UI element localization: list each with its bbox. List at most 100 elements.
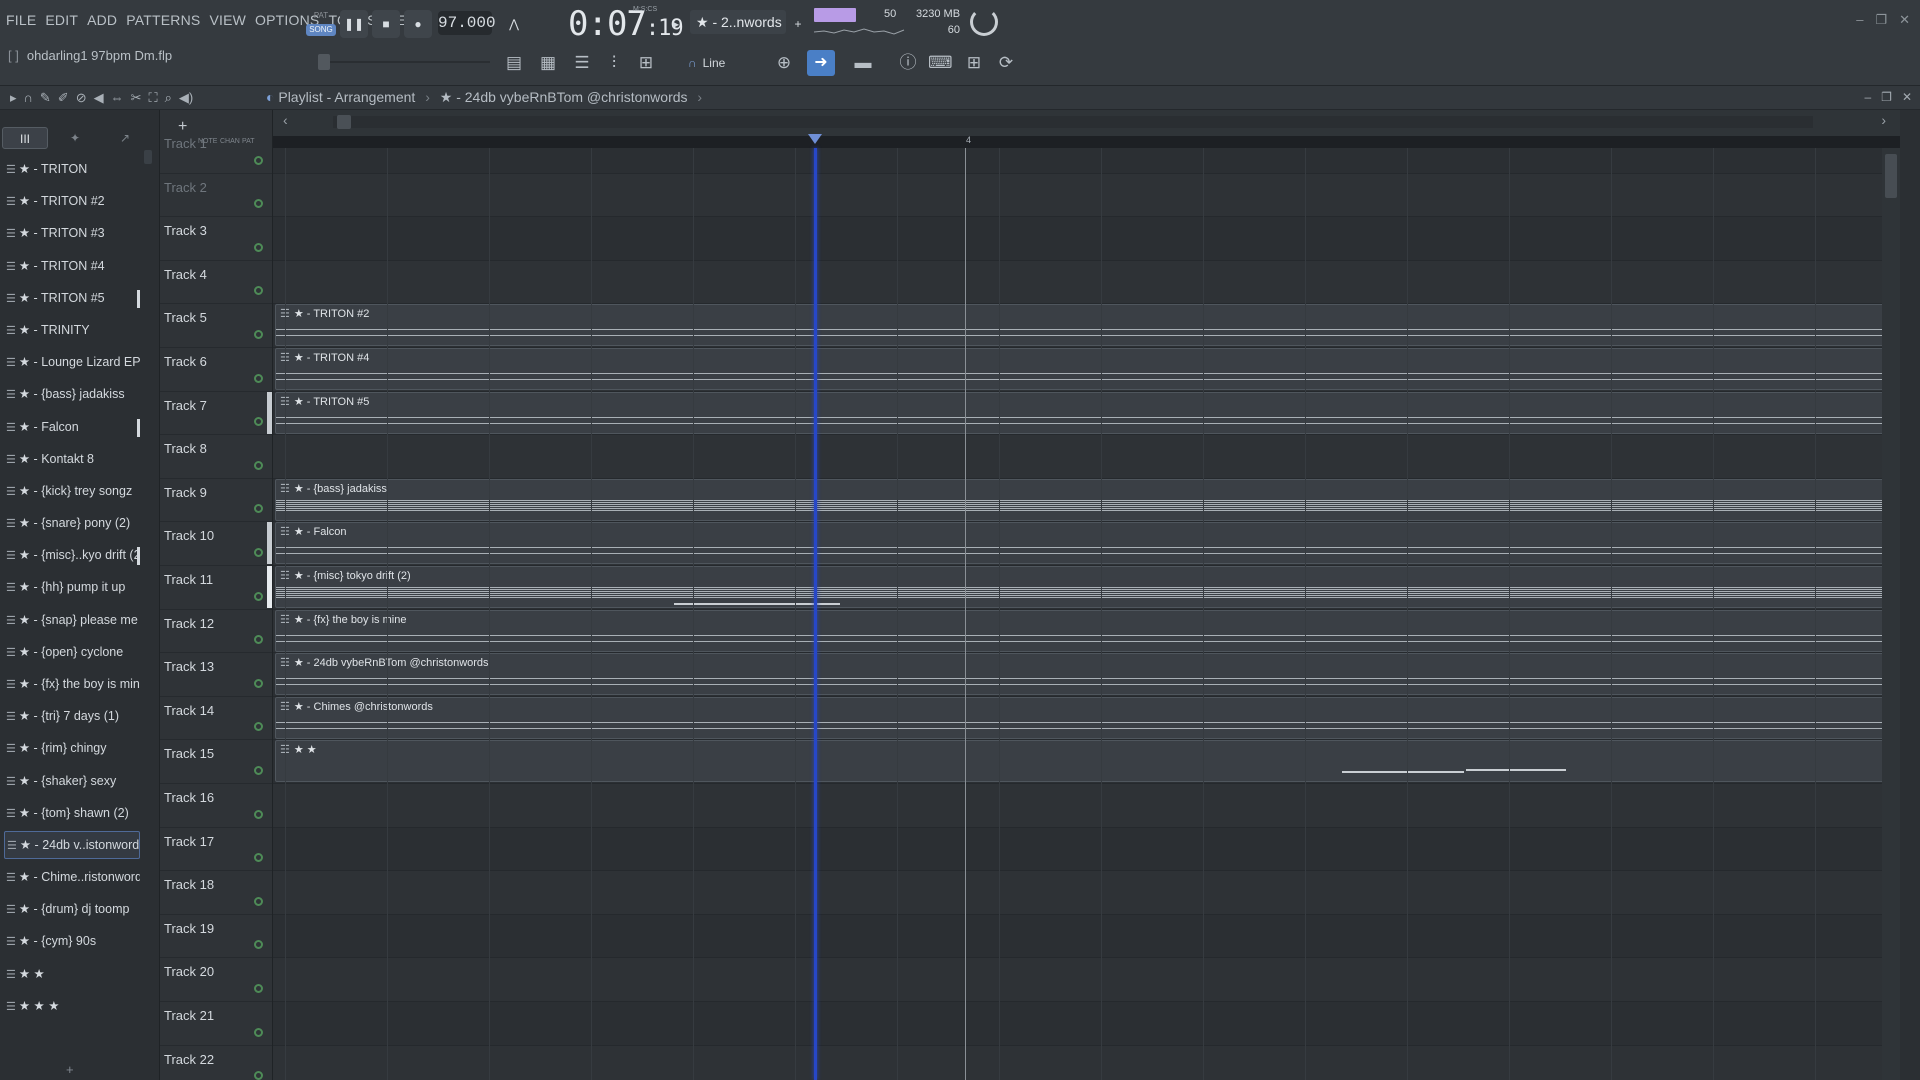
stop-button[interactable]: ■ bbox=[372, 10, 400, 38]
track-lane[interactable]: ☰★ - {fx} the boy is mine bbox=[273, 609, 1900, 654]
select-tool-icon[interactable]: ⛶ bbox=[149, 90, 158, 106]
track-header[interactable]: Track 4 bbox=[160, 261, 272, 305]
pause-button[interactable]: ❚❚ bbox=[340, 10, 368, 38]
output-icon[interactable]: ▬ bbox=[848, 52, 878, 74]
track-lane[interactable]: ☰★ - Chimes @christonwords bbox=[273, 696, 1900, 741]
track-mute-led[interactable] bbox=[254, 329, 263, 339]
track-header[interactable]: Track 14 bbox=[160, 697, 272, 741]
pattern-clip[interactable]: ☰★ - Falcon bbox=[275, 522, 1900, 565]
pattern-selector[interactable]: ★ - 2..nwords bbox=[690, 10, 786, 34]
menu-item-add[interactable]: ADD bbox=[87, 12, 117, 28]
picker-scrollbar[interactable] bbox=[144, 150, 152, 164]
pattern-clip[interactable]: ☰★ - TRITON #4 bbox=[275, 348, 1900, 390]
track-mute-led[interactable] bbox=[254, 547, 263, 557]
slice-tool-icon[interactable]: ✂ bbox=[131, 90, 142, 106]
track-header[interactable]: Track 21 bbox=[160, 1002, 272, 1046]
track-header[interactable]: Track 9 bbox=[160, 479, 272, 523]
pattern-item[interactable]: ☰ ★ - TRITON #3 bbox=[4, 217, 140, 249]
track-mute-led[interactable] bbox=[254, 983, 263, 993]
tempo-display[interactable]: 97.000 bbox=[438, 11, 496, 35]
pattern-item[interactable]: ☰ ★ - {cym} 90s bbox=[4, 925, 140, 957]
scroll-left-icon[interactable]: ‹ bbox=[283, 112, 288, 128]
add-pattern-icon[interactable]: + bbox=[66, 1062, 74, 1077]
pattern-item[interactable]: ☰ ★ - {misc}..kyo drift (2) bbox=[4, 539, 140, 571]
pattern-clip[interactable]: ☰★ - 24db vybeRnBTom @christonwords bbox=[275, 653, 1900, 696]
pattern-clip[interactable]: ☰★ - TRITON #2 bbox=[275, 304, 1900, 347]
track-header[interactable]: Track 8 bbox=[160, 435, 272, 479]
pattern-item[interactable]: ☰ ★ - TRITON #5 bbox=[4, 282, 140, 314]
track-lane[interactable]: ☰★ - TRITON #4 bbox=[273, 348, 1900, 392]
browser-icon[interactable]: ⊞ bbox=[634, 52, 658, 74]
track-mute-led[interactable] bbox=[254, 765, 263, 775]
song-time[interactable]: 0:07:19 bbox=[568, 4, 684, 44]
pitch-handle[interactable] bbox=[318, 54, 330, 70]
pattern-clip[interactable]: ☰★ - {misc} tokyo drift (2) bbox=[275, 566, 1900, 608]
track-header[interactable]: Track 17 bbox=[160, 828, 272, 872]
pattern-item[interactable]: ☰ ★ - Kontakt 8 bbox=[4, 443, 140, 475]
paint-tool-icon[interactable]: ✐ bbox=[58, 90, 69, 106]
keyboard-icon[interactable]: ⌨ bbox=[928, 52, 953, 74]
track-lane[interactable] bbox=[273, 1045, 1900, 1080]
track-header[interactable]: Track 12 bbox=[160, 610, 272, 654]
track-mute-led[interactable] bbox=[254, 722, 263, 732]
pattern-clip[interactable]: ☰★ - {fx} the boy is mine bbox=[275, 609, 1900, 652]
pat-song-toggle[interactable]: PAT SONG bbox=[306, 10, 336, 40]
track-mute-led[interactable] bbox=[254, 1071, 263, 1080]
vertical-scroll-thumb[interactable] bbox=[1885, 154, 1897, 198]
playlist-menu-icon[interactable]: ▸ bbox=[10, 90, 17, 106]
track-lane[interactable] bbox=[273, 435, 1900, 479]
track-lane[interactable]: ☰★ - {misc} tokyo drift (2) bbox=[273, 566, 1900, 610]
track-header[interactable]: Track 10 bbox=[160, 522, 272, 566]
pattern-clip[interactable]: ☰★ - Chimes @christonwords bbox=[275, 696, 1900, 739]
pattern-item[interactable]: ☰ ★ - {snap} please me bbox=[4, 604, 140, 636]
track-header[interactable]: Track 3 bbox=[160, 217, 272, 261]
pattern-item[interactable]: ☰ ★ - {hh} pump it up bbox=[4, 571, 140, 603]
record-button[interactable]: ● bbox=[404, 10, 432, 38]
typing-keyboard-icon[interactable]: ⊞ bbox=[962, 52, 986, 74]
pattern-item[interactable]: ☰ ★ ★ ★ bbox=[4, 990, 140, 1022]
track-lane[interactable] bbox=[273, 871, 1900, 915]
track-mute-led[interactable] bbox=[254, 242, 263, 252]
metronome-button[interactable]: ⋀ bbox=[500, 10, 528, 38]
add-pattern-button[interactable]: + bbox=[790, 10, 806, 38]
pattern-item[interactable]: ☰ ★ - {snare} pony (2) bbox=[4, 507, 140, 539]
mute-tool-icon[interactable]: ◀ bbox=[94, 90, 104, 106]
track-lane[interactable] bbox=[273, 173, 1900, 218]
pattern-item[interactable]: ☰ ★ - TRITON bbox=[4, 153, 140, 185]
playhead[interactable] bbox=[814, 148, 817, 1080]
track-mute-led[interactable] bbox=[254, 1027, 263, 1037]
track-header[interactable]: Track 2 bbox=[160, 174, 272, 218]
menu-item-file[interactable]: FILE bbox=[6, 12, 36, 28]
track-lane[interactable] bbox=[273, 915, 1900, 959]
pattern-prev-button[interactable]: ▸ bbox=[668, 10, 684, 38]
info-icon[interactable]: ⓘ bbox=[896, 52, 920, 74]
track-mute-led[interactable] bbox=[254, 896, 263, 906]
track-lane[interactable] bbox=[273, 828, 1900, 872]
minimize-icon[interactable]: – bbox=[1864, 90, 1871, 104]
menu-item-edit[interactable]: EDIT bbox=[45, 12, 78, 28]
breadcrumb-clip[interactable]: ★ - 24db vybeRnBTom @christonwords bbox=[440, 89, 688, 105]
picker-tab-automation[interactable]: ↗ bbox=[102, 127, 148, 149]
delete-tool-icon[interactable]: ⊘ bbox=[76, 90, 87, 106]
maximize-icon[interactable]: ❐ bbox=[1875, 12, 1887, 28]
track-lane[interactable] bbox=[273, 260, 1900, 305]
cart-icon[interactable]: ⊕ bbox=[772, 52, 796, 74]
track-lane[interactable] bbox=[273, 130, 1900, 174]
pattern-item[interactable]: ☰ ★ ★ bbox=[4, 958, 140, 990]
draw-tool-icon[interactable]: ✎ bbox=[40, 90, 51, 106]
track-lane[interactable]: ☰★ - 24db vybeRnBTom @christonwords bbox=[273, 653, 1900, 697]
master-volume-knob[interactable] bbox=[970, 8, 998, 36]
track-mute-led[interactable] bbox=[254, 155, 263, 165]
playlist-grid[interactable]: ‹ › 4 ☰★ - TRITON #2☰★ - TRITON #4☰★ - T… bbox=[273, 110, 1900, 1080]
track-lane[interactable]: ☰★ ★ bbox=[273, 740, 1900, 784]
pattern-item[interactable]: ☰ ★ - TRINITY bbox=[4, 314, 140, 346]
track-header[interactable]: Track 20 bbox=[160, 958, 272, 1002]
track-mute-led[interactable] bbox=[254, 504, 263, 514]
track-lane[interactable]: ☰★ - TRITON #2 bbox=[273, 304, 1900, 348]
track-mute-led[interactable] bbox=[254, 417, 263, 427]
track-header[interactable]: Track 7 bbox=[160, 391, 272, 436]
master-pitch-slider[interactable] bbox=[318, 52, 490, 72]
breadcrumb-view[interactable]: Playlist - Arrangement bbox=[278, 89, 415, 105]
track-mute-led[interactable] bbox=[254, 373, 263, 383]
playlist-icon[interactable]: ▤ bbox=[502, 52, 526, 74]
